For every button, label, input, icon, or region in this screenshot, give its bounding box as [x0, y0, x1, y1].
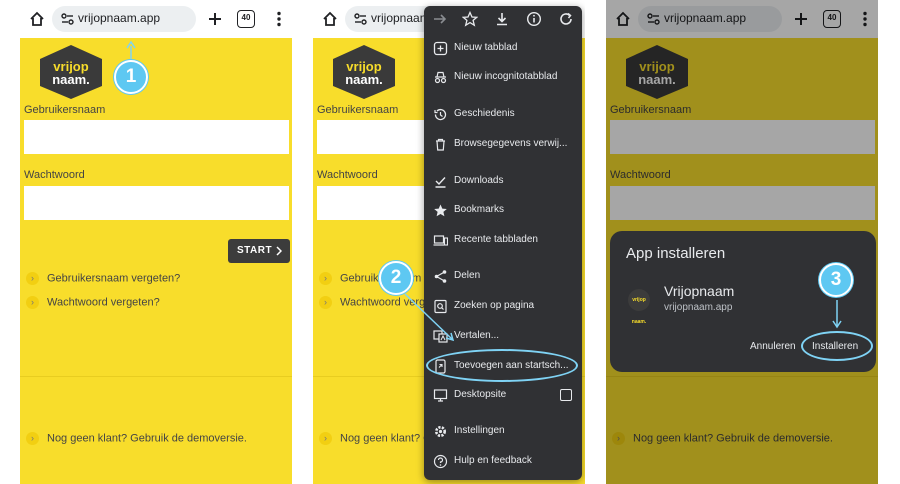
tutorial-stage: vrijopnaam.app 40 vrijop naam. Gebruiker…: [0, 0, 900, 484]
phone-screen-2: vrijopnaam.app vrijop naam. Gebruikersna…: [313, 0, 585, 484]
highlight-install-button: [801, 331, 873, 361]
step-badge-2: 2: [379, 261, 413, 295]
step-2-arrow: [404, 293, 455, 342]
step-badge-3: 3: [819, 263, 853, 297]
step-3-arrow: [832, 300, 842, 329]
phone-screen-1: vrijopnaam.app 40 vrijop naam. Gebruiker…: [20, 0, 292, 484]
phone-screen-3: vrijopnaam.app 40 vrijop naam. Gebruiker…: [606, 0, 878, 484]
step-badge-1: 1: [114, 60, 148, 94]
step-1-arrow: [126, 40, 136, 60]
highlight-add-to-home: [426, 349, 578, 382]
